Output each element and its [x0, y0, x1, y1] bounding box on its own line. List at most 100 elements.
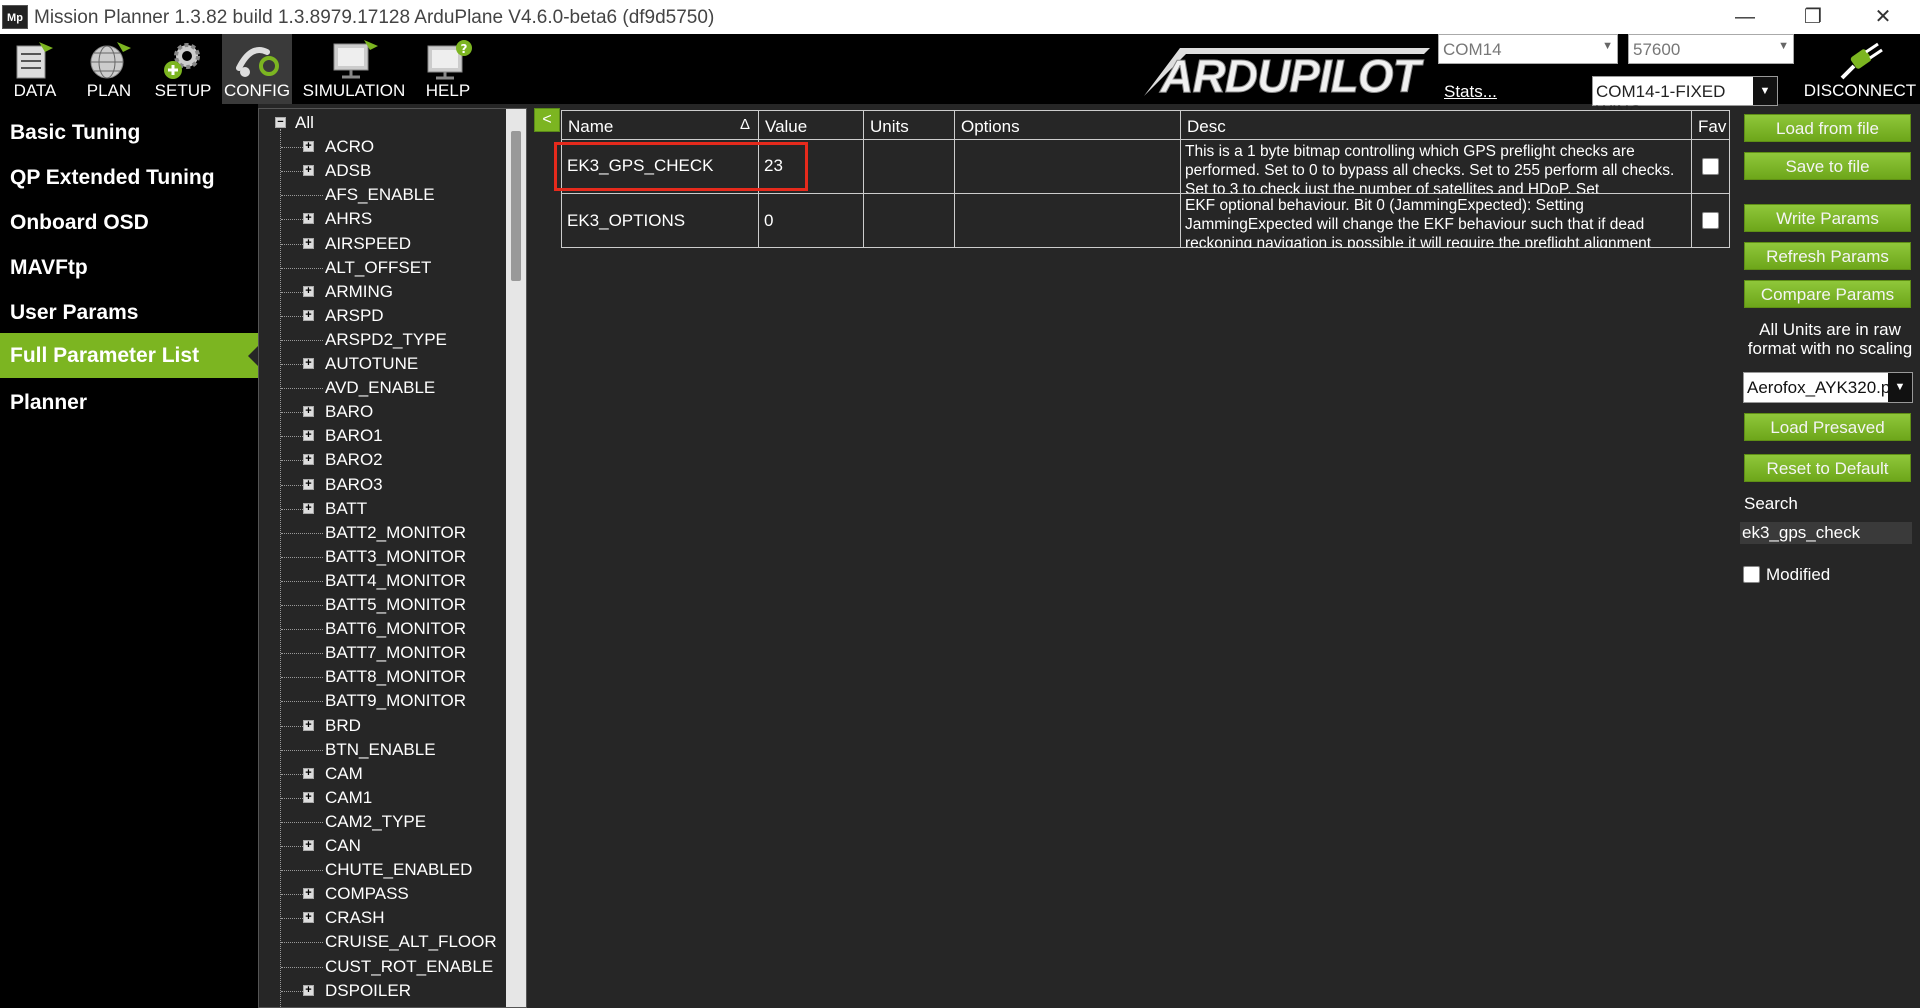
tree-connector: [281, 653, 323, 655]
sidebar-item-planner[interactable]: Planner: [0, 380, 258, 425]
tree-node-label: BRD: [325, 715, 361, 735]
tree-node-label: BATT5_MONITOR: [325, 595, 467, 614]
toolbar-config-button[interactable]: CONFIG: [222, 34, 292, 104]
expand-icon[interactable]: +: [303, 358, 314, 369]
expand-icon[interactable]: +: [303, 237, 314, 249]
sidebar-item-user-params[interactable]: User Params: [0, 290, 258, 335]
expand-icon[interactable]: +: [303, 213, 314, 225]
tree-node-label: AUTOTUNE: [325, 354, 419, 373]
table-cell-options[interactable]: [955, 140, 1181, 194]
tree-connector: [281, 339, 323, 341]
tree-connector: [281, 508, 303, 510]
col-header-options[interactable]: Options: [955, 110, 1181, 140]
search-input[interactable]: [1740, 522, 1912, 544]
sidebar-item-qp-extended-tuning[interactable]: QP Extended Tuning: [0, 155, 258, 200]
vehicle-select[interactable]: COM14-1-FIXED WING ▼: [1592, 76, 1778, 121]
tree-node-label: CRUISE_ALT_FLOOR: [325, 932, 497, 952]
disconnect-button[interactable]: DISCONNECT: [1800, 34, 1920, 104]
table-cell-fav: [1692, 140, 1730, 194]
sidebar-item-basic-tuning[interactable]: Basic Tuning: [0, 110, 258, 155]
maximize-button[interactable]: ❐: [1778, 0, 1848, 34]
collapse-icon[interactable]: −: [275, 117, 286, 128]
sort-ascending-icon: Δ: [739, 116, 750, 133]
toolbar-data-button[interactable]: DATA: [2, 34, 68, 104]
load-presaved-button[interactable]: Load Presaved: [1744, 413, 1911, 441]
tree-node-label: COMPASS: [325, 884, 409, 904]
col-header-units[interactable]: Units: [864, 110, 955, 140]
tree-connector: [281, 846, 303, 847]
tree-connector: [281, 894, 303, 896]
compare-params-button[interactable]: Compare Params: [1744, 280, 1911, 308]
expand-icon[interactable]: +: [303, 767, 314, 779]
col-header-desc[interactable]: Desc: [1181, 110, 1692, 140]
minimize-button[interactable]: —: [1710, 0, 1780, 34]
tree-scrollbar[interactable]: [506, 109, 526, 1007]
expand-icon[interactable]: +: [303, 141, 314, 153]
parameter-tree[interactable]: − All + ACRO + ADSB AFS_ENABLE + AHRS + AIRSPEED AL…: [258, 108, 527, 1008]
col-header-value[interactable]: Value: [759, 110, 864, 140]
fav-checkbox[interactable]: [1702, 158, 1719, 175]
expand-icon[interactable]: +: [303, 888, 314, 900]
baud-select[interactable]: 57600 ▼: [1628, 34, 1794, 64]
toolbar-label: PLAN: [86, 81, 132, 100]
expand-icon[interactable]: +: [303, 285, 314, 297]
fav-checkbox[interactable]: [1702, 212, 1719, 229]
tree-connector: [281, 725, 303, 727]
expand-icon[interactable]: +: [303, 430, 314, 442]
table-cell-units: [864, 140, 955, 194]
load-from-file-button[interactable]: Load from file: [1744, 114, 1911, 142]
expand-icon[interactable]: +: [303, 719, 314, 731]
expand-icon[interactable]: +: [303, 165, 314, 177]
tree-node-label: CAM1: [325, 787, 373, 807]
refresh-params-button[interactable]: Refresh Params: [1744, 242, 1911, 270]
scrollbar-thumb[interactable]: [511, 131, 521, 281]
table-cell-value[interactable]: 0: [759, 194, 864, 248]
tree-connector: [281, 701, 323, 703]
preset-select[interactable]: Aerofox_AYK320.param ▼: [1743, 372, 1913, 403]
tree-node-label: ARSPD2_TYPE: [325, 329, 447, 349]
sidebar-item-onboard-osd[interactable]: Onboard OSD: [0, 200, 258, 245]
expand-icon[interactable]: +: [303, 406, 314, 418]
col-header-fav[interactable]: Fav: [1692, 110, 1730, 140]
port-select[interactable]: COM14 ▼: [1438, 34, 1618, 64]
tree-node-label: BATT8_MONITOR: [325, 667, 467, 687]
plug-icon: [1840, 42, 1883, 80]
tree-connector: [281, 749, 323, 751]
sidebar-item-full-parameter-list[interactable]: Full Parameter List: [0, 333, 259, 378]
config-icon: [236, 47, 279, 77]
table-cell-name[interactable]: EK3_OPTIONS: [561, 194, 759, 248]
toolbar-plan-button[interactable]: PLAN: [76, 34, 142, 104]
tree-node-label: CAM2_TYPE: [325, 811, 427, 831]
toolbar-setup-button[interactable]: SETUP: [148, 34, 218, 104]
tree-connector: [281, 990, 303, 992]
modified-checkbox[interactable]: [1743, 566, 1760, 583]
reset-to-default-button[interactable]: Reset to Default: [1744, 454, 1911, 482]
tree-node-label: BARO1: [325, 426, 383, 446]
toolbar-simulation-button[interactable]: SIMULATION: [300, 34, 408, 104]
expand-icon[interactable]: +: [303, 502, 314, 514]
tree-connector: [281, 556, 323, 558]
expand-icon[interactable]: +: [303, 454, 314, 466]
table-cell-options[interactable]: [955, 194, 1181, 248]
sidebar-item-label: Full Parameter List: [10, 344, 200, 367]
units-note: All Units are in raw format with no scal…: [1747, 320, 1913, 358]
write-params-button[interactable]: Write Params: [1744, 204, 1911, 232]
tree-node-label: CHUTE_ENABLED: [325, 860, 473, 880]
stats-link[interactable]: Stats...: [1444, 82, 1497, 102]
sidebar-item-mavftp[interactable]: MAVFtp: [0, 245, 258, 290]
tree-connector: [281, 484, 303, 486]
expand-icon[interactable]: +: [303, 791, 314, 803]
expand-icon[interactable]: +: [303, 309, 314, 321]
toolbar-help-button[interactable]: ? HELP: [414, 34, 482, 104]
chevron-down-icon: ▼: [1753, 77, 1777, 105]
tree-node-label: CUST_ROT_ENABLE: [325, 956, 494, 976]
save-to-file-button[interactable]: Save to file: [1744, 152, 1911, 180]
expand-icon[interactable]: +: [303, 912, 314, 924]
tree-connector: [281, 797, 303, 799]
close-button[interactable]: ✕: [1848, 0, 1918, 34]
expand-icon[interactable]: +: [303, 840, 314, 851]
collapse-tree-button[interactable]: <: [534, 108, 560, 132]
expand-icon[interactable]: +: [303, 478, 314, 490]
expand-icon[interactable]: +: [303, 984, 314, 996]
col-header-name[interactable]: Name Δ: [561, 110, 759, 140]
